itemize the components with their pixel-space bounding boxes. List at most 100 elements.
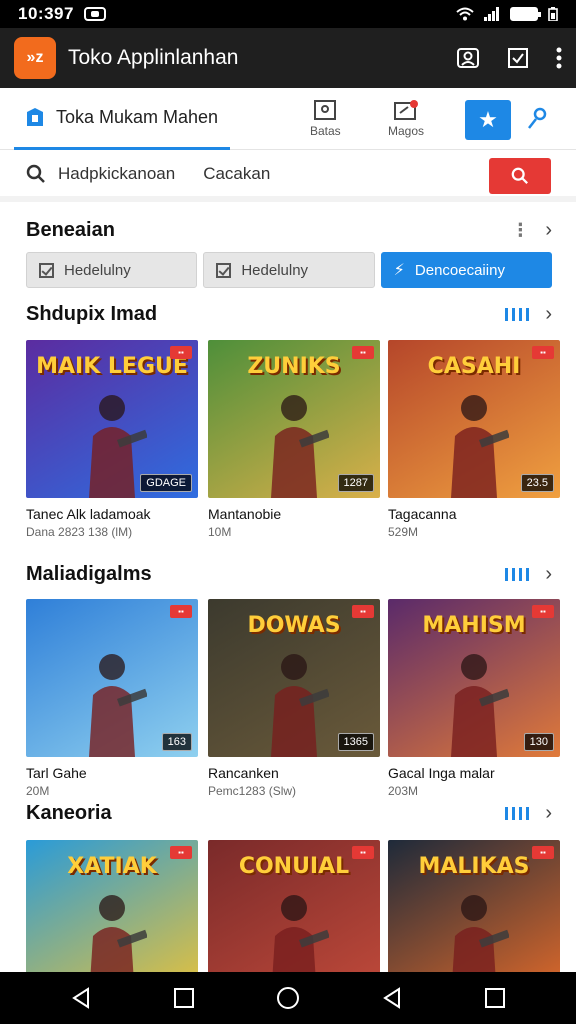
search-input[interactable]: Hadpkickanoan (58, 164, 175, 184)
tab-batas[interactable]: Batas (310, 100, 341, 138)
more-vert-icon[interactable]: ⋮ (511, 220, 529, 241)
game-card[interactable]: MAIK LEGUE ▪▪ GDAGE Tanec Alk ladamoak Dana … (26, 340, 198, 539)
section-actions: › (505, 563, 552, 586)
shield-icon (27, 108, 43, 126)
section-header-3: Maliadigalms › (26, 560, 552, 588)
game-title: Tarl Gahe (26, 765, 87, 781)
game-meta: Dana 2823 138 (lM) (26, 525, 133, 539)
badge-icon: ▪▪ (352, 346, 374, 359)
chevron-right-icon[interactable]: › (545, 563, 552, 586)
search-button[interactable] (489, 158, 551, 194)
hero-figure-icon (89, 395, 147, 498)
tab-active[interactable]: Toka Mukam Mahen (14, 88, 231, 150)
filter-chip-label: Dencoecaiiny (414, 261, 505, 279)
game-title: Tanec Alk ladamoak (26, 506, 151, 522)
search-icon (511, 167, 528, 184)
status-bar: 10:397 (0, 0, 576, 28)
app-actions (456, 46, 562, 70)
filter-chip[interactable]: Hedelulny (26, 252, 198, 288)
badge-icon: ▪▪ (170, 846, 192, 859)
view-all-icon[interactable] (505, 806, 530, 820)
signal-icon (484, 7, 499, 21)
battery-icon (510, 7, 541, 21)
section-header-1: Beneaian ⋮ › (26, 216, 552, 244)
search-secondary[interactable]: Cacakan (203, 164, 270, 184)
game-card[interactable]: DOWAS ▪▪ 1365 Rancanken Pemc1283 (Slw) (208, 599, 380, 798)
view-all-icon[interactable] (505, 567, 530, 581)
checkbox-icon[interactable] (506, 46, 530, 70)
section-title: Beneaian (26, 218, 115, 241)
hero-figure-icon (451, 654, 509, 757)
tab-magos-label: Magos (388, 124, 425, 138)
chevron-right-icon[interactable]: › (545, 219, 552, 242)
favorite-button[interactable]: ★ (465, 100, 511, 140)
game-card[interactable]: ▪▪ 163 Tarl Gahe 20M (26, 599, 198, 798)
charging-icon (548, 7, 558, 21)
tab-active-label: Toka Mukam Mahen (56, 106, 219, 127)
tab-magos[interactable]: Magos (388, 100, 424, 138)
more-vert-icon[interactable] (556, 46, 562, 70)
badge-icon: ▪▪ (170, 605, 192, 618)
hero-figure-icon (271, 654, 329, 757)
search-icon (26, 164, 45, 183)
person-icon[interactable] (526, 106, 550, 130)
tab-batas-label: Batas (310, 124, 341, 138)
game-meta: 10M (208, 525, 232, 539)
app-logo[interactable]: »z (14, 37, 56, 79)
gallery-icon (314, 100, 337, 120)
age-rating-badge: GDAGE (140, 474, 192, 492)
filter-chip-label: Hedelulny (64, 261, 131, 279)
chevron-right-icon[interactable]: › (545, 303, 552, 326)
app-title: Toko Applinlanhan (68, 46, 239, 69)
recents-icon[interactable] (174, 988, 195, 1008)
filter-chip-label: Hedelulny (241, 261, 309, 279)
badge-icon: ▪▪ (532, 846, 554, 859)
game-thumbnail[interactable]: MAIK LEGUE ▪▪ GDAGE (26, 340, 198, 498)
account-search-icon[interactable] (456, 46, 480, 70)
notification-icon (83, 7, 106, 21)
game-thumbnail[interactable]: ZUNIKS ▪▪ 1287 (208, 340, 380, 498)
badge-icon: ▪▪ (352, 846, 374, 859)
filter-chip-primary[interactable]: ⚡ Dencoecaiiny (380, 252, 552, 288)
game-title: Tagacanna (388, 506, 457, 522)
checkbox-icon (216, 262, 232, 278)
game-card[interactable]: MAHISM ▪▪ 130 Gacal Inga malar 203M (388, 599, 560, 798)
status-icons (456, 7, 558, 21)
home-icon[interactable] (276, 986, 300, 1010)
age-rating-badge: 130 (523, 733, 554, 751)
game-thumbnail[interactable]: MAHISM ▪▪ 130 (388, 599, 560, 757)
section-header-4: Kaneoria › (26, 799, 552, 827)
chevron-right-icon[interactable]: › (545, 802, 552, 825)
star-icon: ★ (478, 107, 498, 132)
game-meta: Pemc1283 (Slw) (208, 784, 297, 798)
section-header-2: Shdupix Imad › (26, 300, 552, 328)
recents-icon[interactable] (485, 988, 506, 1008)
tab-row: Toka Mukam Mahen Batas Magos ★ (0, 88, 576, 150)
game-thumbnail[interactable]: ▪▪ 163 (26, 599, 198, 757)
game-thumbnail[interactable]: DOWAS ▪▪ 1365 (208, 599, 380, 757)
back-icon[interactable] (382, 987, 404, 1009)
game-title: Mantanobie (208, 506, 282, 522)
filter-chip[interactable]: Hedelulny (203, 252, 375, 288)
game-card[interactable]: ZUNIKS ▪▪ 1287 Mantanobie 10M (208, 340, 380, 539)
clock: 10:397 (18, 4, 74, 23)
back-icon[interactable] (71, 987, 93, 1009)
section-title: Maliadigalms (26, 562, 152, 585)
badge-icon: ▪▪ (532, 605, 554, 618)
section-title: Kaneoria (26, 801, 112, 824)
section-title: Shdupix Imad (26, 302, 158, 325)
hero-figure-icon (271, 395, 329, 498)
game-thumbnail[interactable]: CASAHI ▪▪ 23.5 (388, 340, 560, 498)
age-rating-badge: 23.5 (520, 474, 554, 492)
system-nav-bar (0, 972, 576, 1024)
game-card[interactable]: CASAHI ▪▪ 23.5 Tagacanna 529M (388, 340, 560, 539)
checkbox-icon (39, 262, 54, 278)
app-bar: »z Toko Applinlanhan (0, 28, 576, 88)
section-actions: › (505, 802, 552, 825)
game-meta: 529M (388, 525, 419, 539)
search-bar: Hadpkickanoan Cacakan (0, 152, 576, 202)
game-meta: 203M (388, 784, 419, 798)
edit-box-icon (394, 100, 419, 120)
view-all-icon[interactable] (505, 307, 530, 321)
hero-figure-icon (89, 654, 147, 757)
